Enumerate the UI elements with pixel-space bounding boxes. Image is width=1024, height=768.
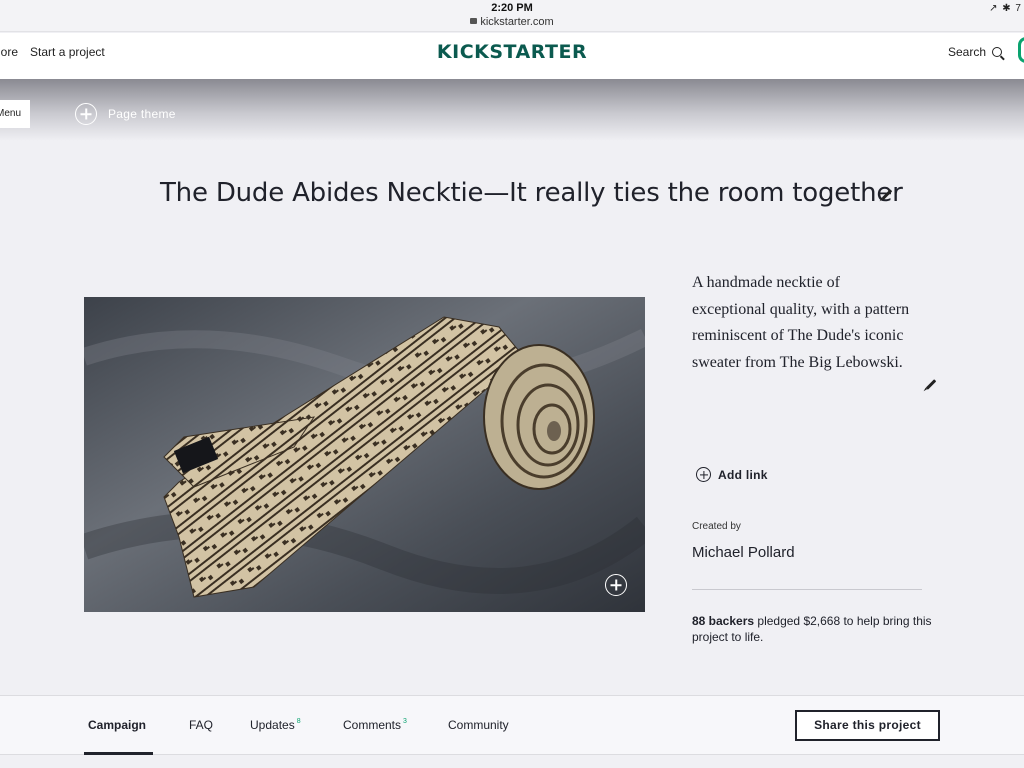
project-image[interactable] xyxy=(84,297,645,612)
search-label: Search xyxy=(947,45,986,59)
tab-comments[interactable]: Comments 3 xyxy=(343,718,407,732)
tab-label: Community xyxy=(448,718,509,732)
status-bar: 2:20 PM kickstarter.com ↗ ✱ 7 xyxy=(0,0,1024,32)
project-tabs: Campaign FAQ Updates 8 Comments 3 Communit… xyxy=(0,695,1024,755)
tab-label: Updates xyxy=(250,718,295,732)
search-icon xyxy=(992,47,1002,57)
tab-label: Campaign xyxy=(88,718,147,732)
share-project-button[interactable]: Share this project xyxy=(795,710,940,741)
tab-updates[interactable]: Updates 8 xyxy=(250,718,301,732)
address-url: kickstarter.com xyxy=(480,16,554,28)
status-time: 2:20 PM xyxy=(491,2,533,14)
tab-faq[interactable]: FAQ xyxy=(189,718,213,732)
backers-count: 88 backers xyxy=(692,614,755,628)
add-link-button[interactable]: Add link xyxy=(696,467,768,482)
kickstarter-logo[interactable]: KICKSTARTER xyxy=(0,41,1024,63)
address-bar[interactable]: kickstarter.com xyxy=(0,16,1024,28)
backers-summary: 88 backers pledged $2,668 to help bring … xyxy=(692,613,932,645)
lock-icon xyxy=(470,18,478,24)
necktie-photo xyxy=(84,297,645,612)
tab-label: Comments xyxy=(343,718,402,732)
theme-bar: Menu Page theme xyxy=(0,79,1024,141)
created-by-label: Created by xyxy=(692,521,741,532)
tab-campaign[interactable]: Campaign xyxy=(88,718,146,732)
add-circle-icon xyxy=(696,467,711,482)
page-theme-button[interactable]: Page theme xyxy=(75,103,176,125)
page-theme-label: Page theme xyxy=(108,107,176,121)
tab-label: FAQ xyxy=(189,718,214,732)
avatar[interactable] xyxy=(1018,37,1024,63)
project-title[interactable]: The Dude Abides Necktie—It really ties t… xyxy=(160,178,903,208)
search-button[interactable]: Search xyxy=(948,45,1002,59)
updates-count-badge: 8 xyxy=(296,718,301,725)
creator-name[interactable]: Michael Pollard xyxy=(692,544,795,561)
edit-blurb-icon[interactable] xyxy=(925,379,937,390)
add-image-icon[interactable] xyxy=(605,574,627,596)
comments-count-badge: 3 xyxy=(403,718,407,725)
project-blurb[interactable]: A handmade necktie of exceptional qualit… xyxy=(692,270,912,376)
tab-community[interactable]: Community xyxy=(448,718,509,732)
system-status-icons: ↗ ✱ 7 xyxy=(989,3,1022,14)
add-link-label: Add link xyxy=(718,467,768,482)
menu-button[interactable]: Menu xyxy=(0,100,30,128)
top-nav: lore Start a project KICKSTARTER Search xyxy=(0,33,1024,79)
active-tab-indicator xyxy=(84,752,153,755)
divider xyxy=(692,589,922,590)
add-circle-icon xyxy=(75,103,97,125)
